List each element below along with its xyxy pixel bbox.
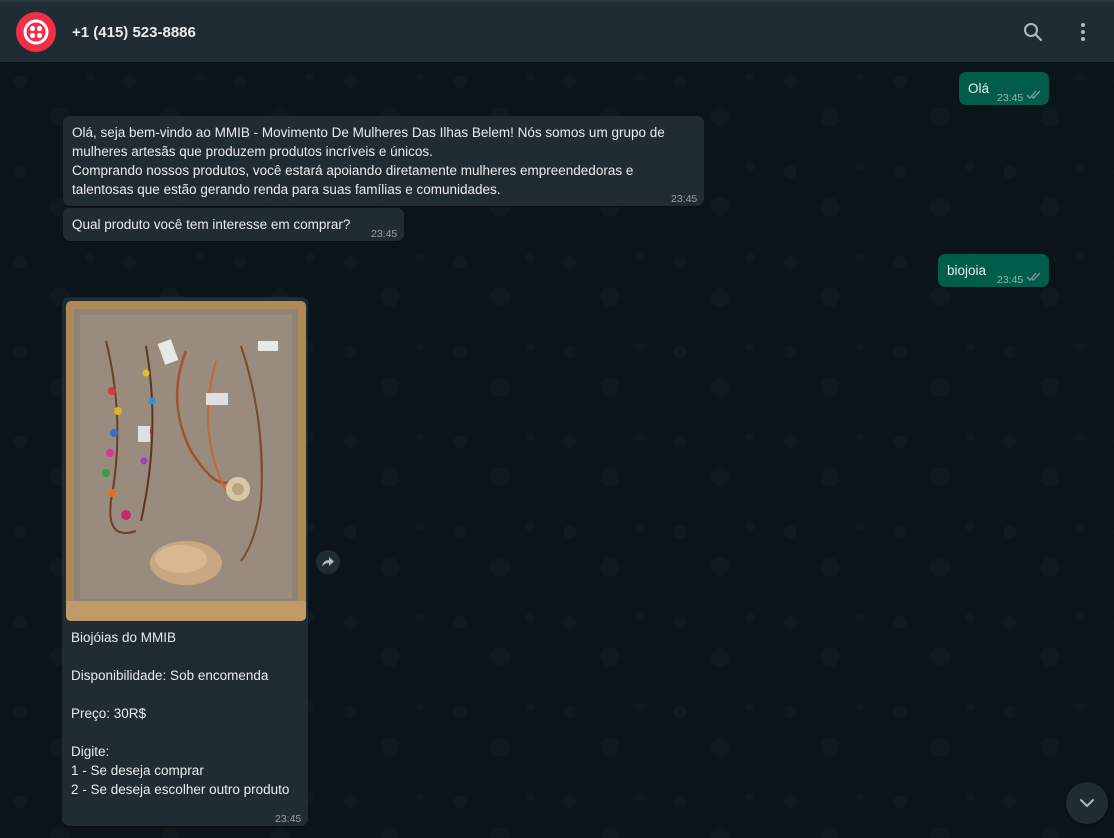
search-icon[interactable]	[1021, 20, 1045, 44]
message-bubble-outgoing[interactable]: biojoia 23:45	[938, 254, 1049, 287]
chat-area[interactable]: Olá 23:45 Olá, seja bem-vindo ao MMIB - …	[0, 62, 1114, 838]
message-time: 23:45	[997, 92, 1024, 104]
image-caption: Biojóias do MMIB Disponibilidade: Sob en…	[71, 630, 290, 797]
message-bubble-incoming[interactable]: Qual produto você tem interesse em compr…	[63, 208, 404, 241]
forward-arrow-icon	[322, 557, 334, 567]
forward-button[interactable]	[316, 550, 340, 574]
scroll-to-bottom-button[interactable]	[1066, 782, 1108, 824]
message-time: 23:45	[671, 193, 698, 205]
message-text: Olá	[968, 81, 990, 96]
menu-icon[interactable]	[1071, 20, 1095, 44]
read-ticks-icon	[1026, 90, 1041, 99]
message-time: 23:45	[371, 228, 398, 240]
avatar[interactable]	[16, 12, 56, 52]
message-time: 23:45	[997, 274, 1024, 286]
contact-name[interactable]: +1 (415) 523-8886	[72, 24, 196, 41]
twilio-logo-icon	[23, 19, 49, 45]
message-bubble-outgoing[interactable]: Olá 23:45	[959, 72, 1049, 105]
message-text: Olá, seja bem-vindo ao MMIB - Movimento …	[72, 125, 665, 197]
chat-header: +1 (415) 523-8886	[0, 0, 1114, 62]
message-bubble-image[interactable]: Biojóias do MMIB Disponibilidade: Sob en…	[62, 297, 308, 826]
read-ticks-icon	[1026, 272, 1041, 281]
message-time: 23:45	[275, 813, 302, 825]
message-text: Qual produto você tem interesse em compr…	[72, 217, 351, 232]
product-photo[interactable]	[66, 301, 306, 621]
message-text: biojoia	[947, 263, 987, 278]
message-bubble-incoming[interactable]: Olá, seja bem-vindo ao MMIB - Movimento …	[63, 116, 704, 206]
chevron-down-icon	[1080, 799, 1094, 807]
